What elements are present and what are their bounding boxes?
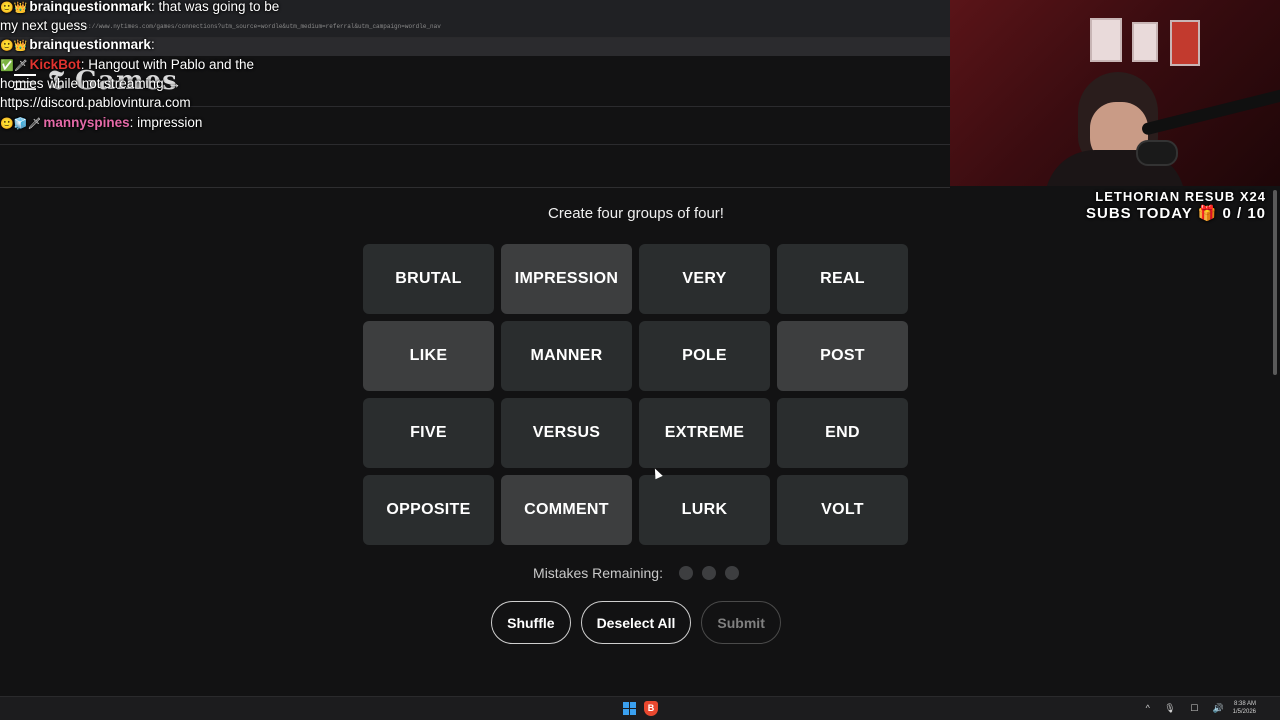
chat-badge-icon: 🙂👑 <box>0 40 28 52</box>
word-tile[interactable]: VERSUS <box>501 398 632 468</box>
chat-text: https://discord.pablovintura.com <box>0 95 191 110</box>
system-tray-icons[interactable]: ^ 🎙 ☐ 🔊 <box>1146 703 1230 714</box>
submit-button[interactable]: Submit <box>701 601 781 644</box>
chat-username[interactable]: KickBot <box>30 57 81 72</box>
chat-badge-icon: 🙂🧊🗡 <box>0 118 42 130</box>
chat-message: my next guess <box>0 16 87 36</box>
mistake-dots <box>663 566 739 580</box>
game-prompt: Create four groups of four! <box>548 205 724 222</box>
deselect-all-button[interactable]: Deselect All <box>580 601 692 644</box>
word-tile[interactable]: LURK <box>639 475 770 545</box>
chat-text: : Hangout with Pablo and the <box>80 57 255 72</box>
word-tile[interactable]: VOLT <box>777 475 908 545</box>
wall-poster <box>1170 20 1200 66</box>
chat-username[interactable]: brainquestionmark <box>29 37 151 52</box>
microphone <box>1136 140 1178 166</box>
shuffle-button[interactable]: Shuffle <box>491 601 571 644</box>
word-tile[interactable]: FIVE <box>363 398 494 468</box>
chat-text: homies while not streaming → <box>0 76 181 91</box>
brave-browser-icon[interactable]: B <box>644 701 658 716</box>
clock-date: 1/5/2026 <box>1232 709 1256 715</box>
windows-start-icon[interactable] <box>623 702 636 715</box>
wall-poster <box>1090 18 1122 62</box>
page-scrollbar[interactable] <box>1273 190 1277 375</box>
taskbar: B ^ 🎙 ☐ 🔊 8:38 AM 1/5/2026 <box>0 696 1280 720</box>
chat-text: : <box>150 37 155 52</box>
screen: https://www.nytimes.com/games/connection… <box>0 0 1280 720</box>
mistake-dot <box>701 566 716 580</box>
action-buttons: Shuffle Deselect All Submit <box>0 601 1272 644</box>
mistake-dot <box>678 566 693 580</box>
chat-message: 🙂👑 brainquestionmark: <box>0 35 155 57</box>
chat-text: my next guess <box>0 18 88 33</box>
word-tile[interactable]: COMMENT <box>501 475 632 545</box>
chat-message: 🙂🧊🗡 mannyspines: impression <box>0 113 202 135</box>
chat-username[interactable]: mannyspines <box>43 115 129 130</box>
chat-username[interactable]: brainquestionmark <box>29 0 151 14</box>
wall-poster <box>1132 22 1158 62</box>
word-tile[interactable]: OPPOSITE <box>363 475 494 545</box>
chat-text: : impression <box>129 115 203 130</box>
word-tile[interactable]: REAL <box>777 244 908 314</box>
word-tile[interactable]: IMPRESSION <box>501 244 632 314</box>
word-tile[interactable]: POST <box>777 321 908 391</box>
mistake-dot <box>724 566 739 580</box>
word-tile[interactable]: END <box>777 398 908 468</box>
mistakes-label: Mistakes Remaining: <box>533 565 663 581</box>
mic-arm <box>1140 88 1280 136</box>
chat-message: https://discord.pablovintura.com <box>0 93 191 113</box>
word-tile[interactable]: BRUTAL <box>363 244 494 314</box>
taskbar-clock[interactable]: 8:38 AM 1/5/2026 <box>1233 700 1256 716</box>
chat-message: homies while not streaming → <box>0 74 181 94</box>
header-divider-2 <box>0 144 950 145</box>
word-tile[interactable]: VERY <box>639 244 770 314</box>
resub-alert: LETHORIAN RESUB X24 <box>1095 189 1266 204</box>
word-tile[interactable]: MANNER <box>501 321 632 391</box>
word-tile[interactable]: LIKE <box>363 321 494 391</box>
webcam-feed <box>950 0 1280 186</box>
word-tile[interactable]: POLE <box>639 321 770 391</box>
url-bar[interactable]: https://www.nytimes.com/games/connection… <box>70 23 770 37</box>
word-grid: BRUTAL IMPRESSION VERY REAL LIKE MANNER POLE PO… <box>363 244 910 545</box>
chat-text: : that was going to be <box>150 0 280 14</box>
clock-time: 8:38 AM <box>1233 701 1256 707</box>
mistakes-remaining: Mistakes Remaining: <box>0 565 1272 581</box>
word-tile[interactable]: EXTREME <box>639 398 770 468</box>
